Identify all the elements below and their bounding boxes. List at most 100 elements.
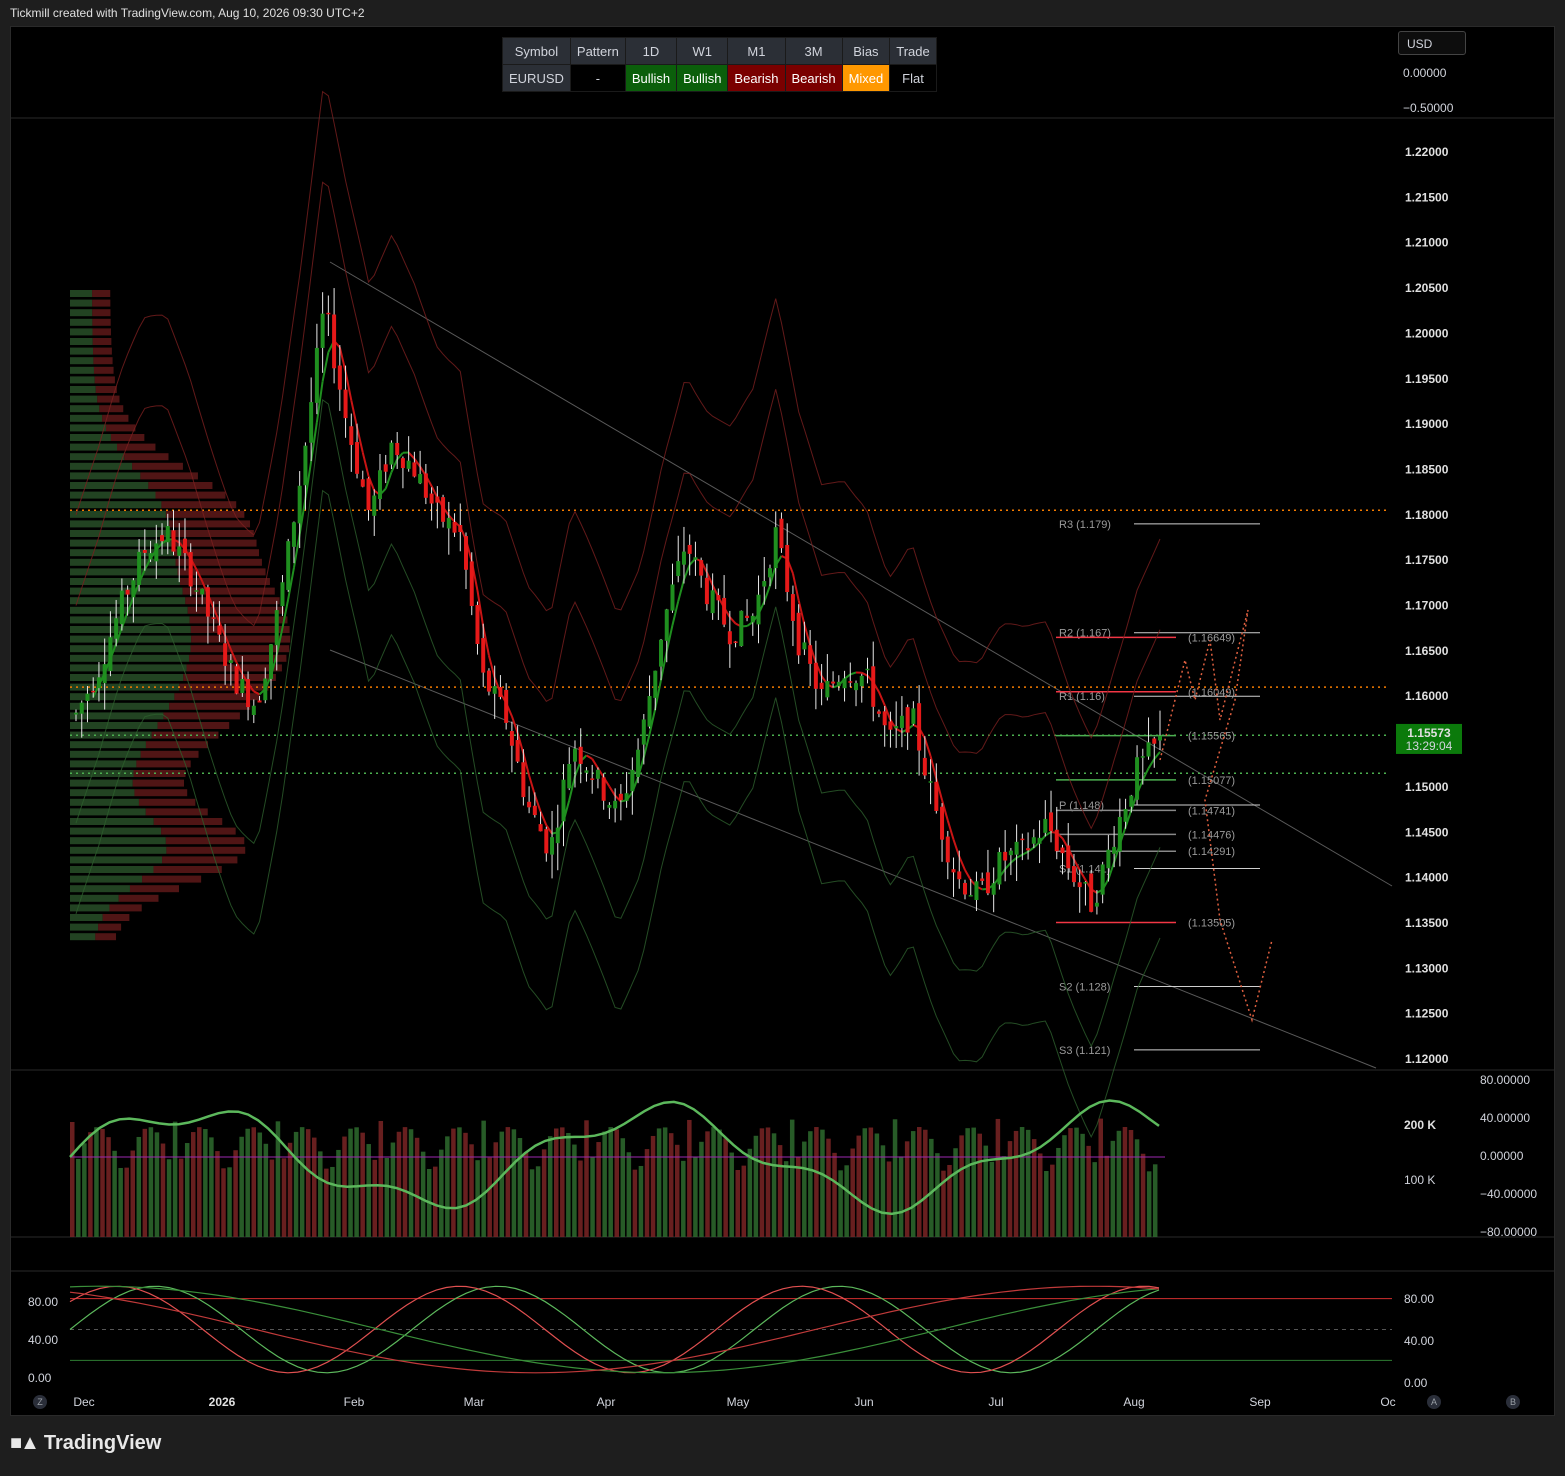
candle-bear	[223, 643, 228, 666]
candle-bull	[492, 686, 497, 694]
candle-bear	[504, 689, 509, 723]
candle-bull	[418, 474, 423, 484]
zoom-reset-button[interactable]: Z	[33, 1395, 47, 1409]
volume-bar	[330, 1166, 335, 1237]
candle-bear	[1071, 866, 1076, 883]
candle-bull	[137, 551, 142, 585]
candle-bull	[1037, 837, 1042, 844]
candle-bear	[481, 638, 486, 673]
candle-bear	[544, 829, 549, 854]
stoch-right-tick-label: 0.00	[1404, 1376, 1428, 1390]
auto-scale-button[interactable]: A	[1427, 1395, 1441, 1409]
volume-bar	[263, 1143, 269, 1237]
volume-bar	[541, 1149, 547, 1237]
price-tick-label: 1.21000	[1405, 236, 1449, 250]
candle-bear	[1020, 838, 1025, 841]
volume-bar	[1074, 1127, 1079, 1237]
candle-bull	[314, 347, 319, 403]
candle-bull	[154, 543, 159, 562]
candle-bull	[1031, 837, 1036, 844]
volume-bar	[856, 1135, 861, 1237]
moving-average-segment	[964, 869, 972, 881]
signal-table-value-row: EURUSD - Bullish Bullish Bearish Bearish…	[502, 64, 937, 92]
candle-bear	[326, 312, 331, 315]
volume-bar	[142, 1128, 148, 1237]
volume-bar	[154, 1132, 160, 1237]
volume-bar	[1110, 1140, 1116, 1237]
candle-bull	[320, 313, 325, 348]
volume-profile-bar-up	[70, 702, 170, 710]
volume-profile-bar-up	[70, 309, 93, 317]
candle-bull	[269, 644, 274, 679]
volume-profile-bar-down	[140, 750, 199, 758]
volume-bar	[88, 1132, 93, 1237]
volume-bar	[814, 1127, 819, 1237]
volume-bar	[511, 1129, 517, 1237]
candle-bull	[630, 769, 635, 792]
volume-bar	[995, 1118, 1001, 1237]
scale-b-button[interactable]: B	[1506, 1395, 1520, 1409]
candle-bear	[515, 740, 520, 762]
candle-bear	[366, 478, 371, 511]
volume-profile-bar-up	[70, 578, 180, 585]
volume-bar	[862, 1128, 868, 1237]
volume-bar	[566, 1132, 571, 1237]
candle-bull	[102, 664, 107, 684]
volume-bar	[463, 1132, 468, 1237]
candle-bear	[234, 666, 239, 694]
volume-bar	[662, 1127, 668, 1237]
candle-bear	[349, 426, 354, 445]
tradingview-logo-icon: ■▲	[10, 1432, 40, 1454]
volume-bar	[832, 1152, 837, 1237]
moving-average-segment	[849, 671, 857, 676]
candle-bull	[446, 517, 451, 529]
volume-profile-bar-up	[70, 798, 139, 806]
candle-bear	[527, 801, 532, 808]
volume-bar	[215, 1151, 220, 1237]
candle-bull	[79, 702, 84, 714]
volume-bar	[602, 1131, 607, 1237]
volume-profile-bar-up	[70, 856, 163, 864]
candle-bull	[131, 580, 136, 598]
moving-average-segment	[1153, 751, 1161, 760]
candle-bull	[607, 804, 612, 808]
volume-bar	[1007, 1141, 1013, 1237]
bracket-level-label: (1.14291)	[1188, 846, 1235, 858]
volume-profile-bar-up	[70, 347, 94, 355]
volume-bar	[336, 1149, 341, 1237]
candle-bear	[578, 746, 583, 764]
volume-bar	[783, 1161, 789, 1237]
moving-average-segment	[861, 671, 868, 677]
volume-profile-bar-down	[163, 712, 240, 720]
bracket-level-label: (1.16049)	[1188, 687, 1235, 699]
oscillator-tick-label: −80.00000	[1480, 1225, 1537, 1239]
volume-profile-bar-down	[105, 424, 136, 432]
candle-bear	[188, 552, 193, 587]
volume-bar	[929, 1138, 934, 1237]
price-tick-label: 1.21500	[1405, 190, 1449, 204]
volume-profile-bar-up	[70, 328, 93, 336]
volume-bar	[977, 1133, 982, 1237]
candle-bull	[297, 485, 302, 524]
candle-bull	[836, 681, 841, 687]
volume-bar	[1031, 1139, 1037, 1237]
price-tick-label: 1.19500	[1405, 372, 1449, 386]
candle-bull	[1100, 864, 1105, 895]
volume-profile-bar-down	[129, 885, 179, 893]
currency-button[interactable]: USD	[1398, 31, 1466, 55]
volume-bar	[656, 1128, 662, 1237]
candle-bear	[400, 458, 405, 469]
price-tick-label: 1.16000	[1405, 689, 1449, 703]
volume-bar	[535, 1166, 541, 1237]
candle-bear	[435, 496, 440, 503]
volume-bar	[777, 1145, 783, 1237]
volume-profile-bar-down	[92, 318, 111, 326]
candle-bear	[871, 666, 876, 707]
volume-profile-bar-down	[102, 914, 130, 921]
candle-bull	[550, 837, 555, 855]
candle-bear	[452, 521, 457, 533]
candle-bear	[1003, 851, 1008, 861]
volume-bar	[312, 1137, 317, 1237]
bracket-level-label: (1.15565)	[1188, 731, 1235, 743]
chart-canvas[interactable]: 0.00000 −0.50000 1.22000 1.21500 1.21000 1.20…	[0, 0, 1565, 1476]
